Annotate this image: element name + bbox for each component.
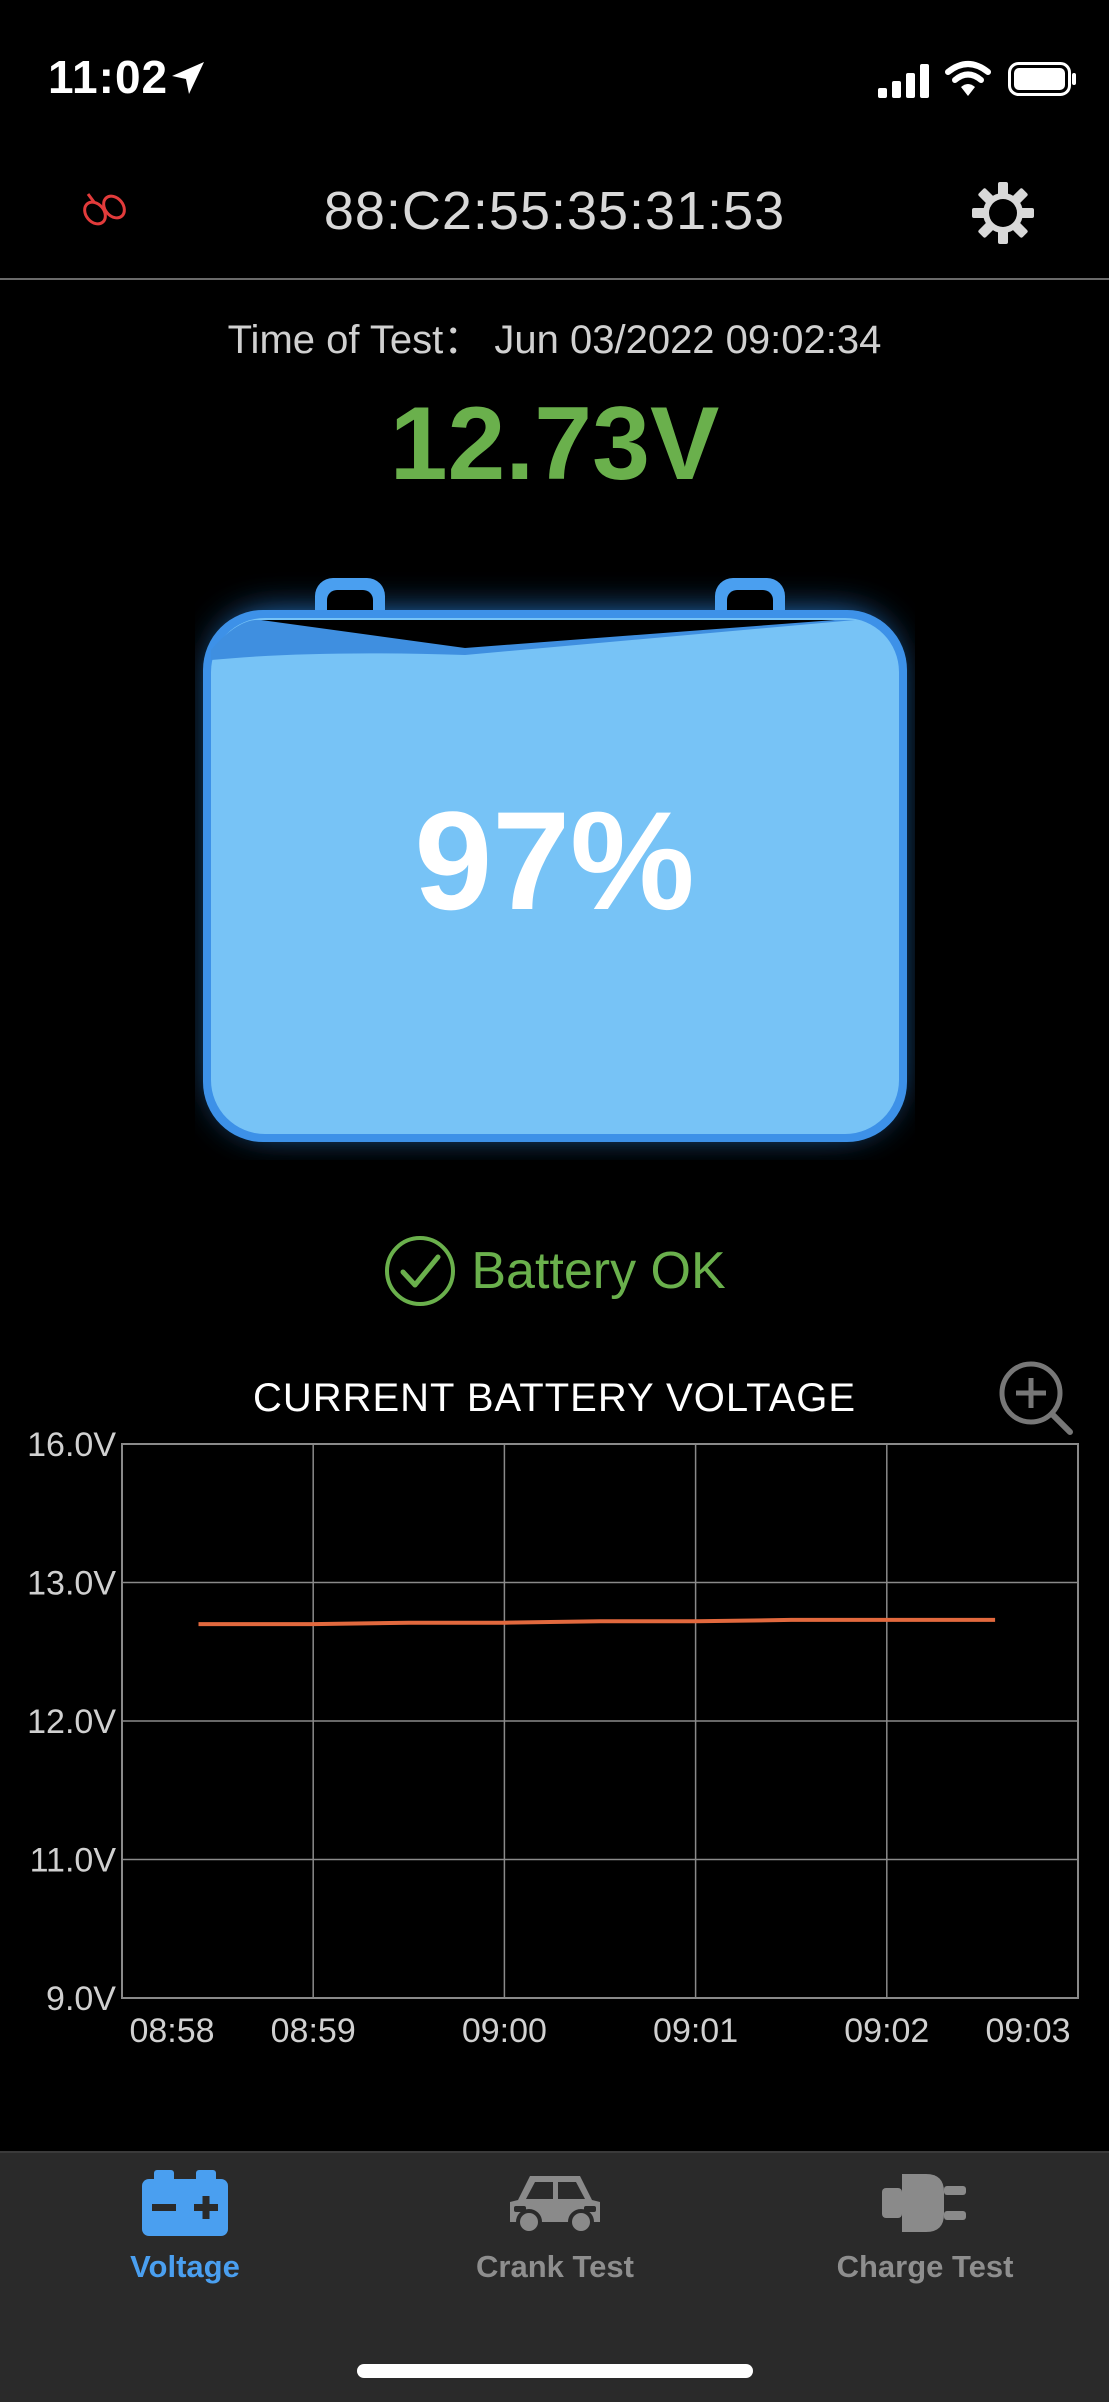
time-of-test-label: Time of Test： [227, 318, 484, 362]
tab-voltage-label: Voltage [130, 2249, 240, 2284]
nav-divider [0, 278, 1109, 280]
battery-status: Battery OK [0, 1234, 1109, 1308]
tab-charge-test[interactable]: Charge Test [740, 2170, 1109, 2285]
cellular-signal-icon [878, 64, 929, 98]
voltage-chart: 16.0V 13.0V 12.0V 11.0V 9.0V 08:58 08:59 09:00… [27, 1426, 1079, 2050]
device-address-title: 88:C2:55:35:31:53 [323, 181, 786, 241]
x-tick-label: 09:00 [462, 2012, 547, 2050]
y-tick-label: 16.0V [27, 1426, 116, 1464]
car-icon [510, 2176, 600, 2235]
x-tick-label: 09:03 [985, 2012, 1070, 2050]
chart-x-axis: 08:58 08:59 09:00 09:01 09:02 09:03 [129, 2012, 1070, 2050]
x-tick-label: 09:01 [653, 2012, 738, 2050]
time-of-test: Time of Test： Jun 03/2022 09:02:34 [0, 307, 1109, 365]
voltage-reading: 12.73V [389, 386, 720, 502]
location-arrow-icon [172, 62, 204, 94]
y-tick-label: 13.0V [27, 1565, 116, 1603]
charge-percent: 97% [414, 782, 695, 939]
x-tick-label: 08:58 [129, 2012, 214, 2050]
y-tick-label: 12.0V [27, 1703, 116, 1741]
check-circle-icon [385, 1236, 456, 1306]
plug-icon [882, 2174, 966, 2232]
y-tick-label: 11.0V [30, 1842, 117, 1880]
x-tick-label: 09:02 [844, 2012, 929, 2050]
battery-status-label: Battery OK [471, 1242, 726, 1300]
voltage-series-line [198, 1617, 996, 1627]
battery-icon [142, 2170, 228, 2236]
battery-status-icon [1008, 62, 1076, 96]
chart-series [198, 1617, 996, 1627]
x-tick-label: 08:59 [271, 2012, 356, 2050]
chart-y-axis: 16.0V 13.0V 12.0V 11.0V 9.0V [27, 1426, 116, 2018]
wifi-icon [945, 61, 991, 96]
tab-voltage[interactable]: Voltage [0, 2170, 370, 2285]
gear-icon[interactable] [972, 182, 1034, 244]
tab-crank-test-label: Crank Test [476, 2249, 634, 2284]
status-time: 11:02 [48, 51, 169, 103]
y-tick-label: 9.0V [46, 1980, 116, 2018]
tab-crank-test[interactable]: Crank Test [370, 2170, 740, 2285]
time-of-test-value: Jun 03/2022 09:02:34 [494, 318, 882, 362]
tab-charge-test-label: Charge Test [836, 2249, 1014, 2284]
home-indicator [357, 2364, 753, 2378]
chart-grid [121, 1443, 1079, 1999]
